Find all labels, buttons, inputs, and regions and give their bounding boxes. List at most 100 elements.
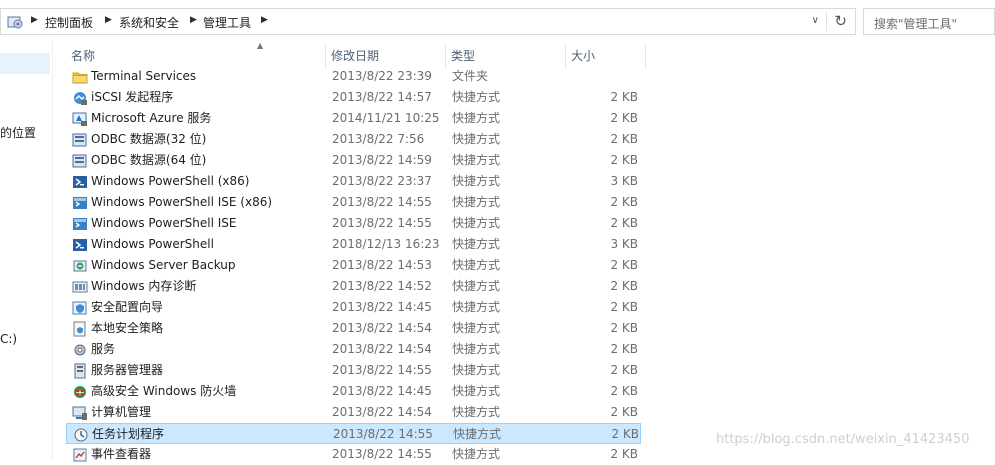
breadcrumb-separator[interactable]: ▶	[105, 15, 112, 25]
file-type: 快捷方式	[452, 258, 501, 272]
file-type: 快捷方式	[452, 90, 501, 104]
file-size: 2 KB	[610, 258, 638, 272]
file-size: 2 KB	[610, 300, 638, 314]
powershell-icon	[73, 176, 87, 188]
address-divider	[826, 12, 827, 31]
address-history-chevron-icon[interactable]: ∨	[812, 15, 819, 26]
breadcrumb-separator[interactable]: ▶	[190, 15, 197, 25]
list-item[interactable]: Terminal Services 2013/8/22 23:39 文件夹	[66, 66, 641, 87]
memory-diagnostic-icon	[72, 281, 88, 293]
file-type: 快捷方式	[453, 427, 502, 441]
odbc-icon	[72, 133, 87, 147]
breadcrumb-admin-tools[interactable]: 管理工具	[203, 14, 251, 31]
watermark: https://blog.csdn.net/weixin_41423450	[716, 432, 970, 447]
file-type: 快捷方式	[452, 363, 501, 377]
file-type: 快捷方式	[452, 321, 501, 335]
azure-icon	[72, 112, 87, 126]
file-date: 2018/12/13 16:23	[332, 237, 440, 251]
file-date: 2013/8/22 23:37	[332, 174, 432, 188]
control-panel-icon	[7, 16, 23, 29]
file-type: 快捷方式	[452, 153, 501, 167]
list-item[interactable]: Windows 内存诊断 2013/8/22 14:52 快捷方式 2 KB	[66, 276, 641, 297]
nav-selected-item[interactable]	[0, 53, 50, 74]
file-name: Windows PowerShell (x86)	[91, 174, 250, 188]
file-date: 2013/8/22 14:55	[332, 195, 432, 209]
list-item[interactable]: 安全配置向导 2013/8/22 14:45 快捷方式 2 KB	[66, 297, 641, 318]
list-item[interactable]: Windows PowerShell 2018/12/13 16:23 快捷方式 3 …	[66, 234, 641, 255]
file-name: 服务器管理器	[91, 363, 164, 377]
file-date: 2013/8/22 14:54	[332, 342, 432, 356]
file-date: 2013/8/22 23:39	[332, 69, 432, 83]
file-name: Windows 内存诊断	[91, 279, 197, 293]
file-name: 任务计划程序	[92, 427, 165, 441]
services-icon	[74, 344, 86, 356]
firewall-icon	[74, 386, 86, 398]
backup-icon	[73, 260, 87, 272]
file-name: 安全配置向导	[91, 300, 164, 314]
nav-item-drive[interactable]: C:)	[0, 332, 17, 346]
refresh-icon[interactable]: ↻	[834, 12, 847, 30]
file-type: 快捷方式	[452, 384, 501, 398]
file-date: 2013/8/22 14:55	[332, 363, 432, 377]
file-name: 计算机管理	[91, 405, 152, 419]
file-size: 2 KB	[610, 363, 638, 377]
folder-icon	[72, 72, 88, 84]
list-item[interactable]: Microsoft Azure 服务 2014/11/21 10:25 快捷方式 2 …	[66, 108, 641, 129]
list-item[interactable]: 事件查看器 2013/8/22 14:55 快捷方式 2 KB	[66, 444, 641, 465]
powershell-ise-icon	[73, 218, 87, 230]
security-policy-icon	[73, 321, 86, 337]
search-input[interactable]: 搜索"管理工具"	[863, 8, 995, 35]
file-date: 2013/8/22 14:54	[332, 405, 432, 419]
file-date: 2013/8/22 14:54	[332, 321, 432, 335]
file-type: 快捷方式	[452, 447, 501, 461]
file-name: ODBC 数据源(32 位)	[91, 132, 207, 146]
file-size: 2 KB	[610, 153, 638, 167]
list-item[interactable]: iSCSI 发起程序 2013/8/22 14:57 快捷方式 2 KB	[66, 87, 641, 108]
breadcrumb-system-security[interactable]: 系统和安全	[119, 14, 179, 31]
list-item[interactable]: Windows PowerShell (x86) 2013/8/22 23:37 快…	[66, 171, 641, 192]
nav-item-location[interactable]: 的位置	[0, 124, 36, 141]
odbc-icon	[72, 154, 87, 168]
list-item[interactable]: ODBC 数据源(32 位) 2013/8/22 7:56 快捷方式 2 KB	[66, 129, 641, 150]
file-type: 快捷方式	[452, 216, 501, 230]
list-item[interactable]: Windows PowerShell ISE (x86) 2013/8/22 14…	[66, 192, 641, 213]
file-type: 快捷方式	[452, 174, 501, 188]
list-item[interactable]: 计算机管理 2013/8/22 14:54 快捷方式 2 KB	[66, 402, 641, 423]
file-name: Microsoft Azure 服务	[91, 111, 212, 125]
computer-management-icon	[72, 406, 87, 420]
list-item[interactable]: Windows Server Backup 2013/8/22 14:53 快捷方式…	[66, 255, 641, 276]
file-type: 快捷方式	[452, 300, 501, 314]
server-manager-icon	[74, 363, 86, 379]
file-size: 2 KB	[611, 427, 639, 441]
file-size: 2 KB	[610, 195, 638, 209]
list-item[interactable]: 本地安全策略 2013/8/22 14:54 快捷方式 2 KB	[66, 318, 641, 339]
file-size: 2 KB	[610, 90, 638, 104]
breadcrumb-control-panel[interactable]: 控制面板	[45, 14, 93, 31]
pane-divider[interactable]	[52, 40, 53, 460]
list-item[interactable]: 服务 2013/8/22 14:54 快捷方式 2 KB	[66, 339, 641, 360]
list-item[interactable]: 服务器管理器 2013/8/22 14:55 快捷方式 2 KB	[66, 360, 641, 381]
list-item[interactable]: 高级安全 Windows 防火墙 2013/8/22 14:45 快捷方式 2 KB	[66, 381, 641, 402]
file-size: 2 KB	[610, 405, 638, 419]
file-date: 2013/8/22 14:45	[332, 300, 432, 314]
address-bar[interactable]: ▶ 控制面板 ▶ 系统和安全 ▶ 管理工具 ▶ ∨ ↻	[0, 8, 856, 35]
breadcrumb-separator[interactable]: ▶	[31, 15, 38, 25]
task-scheduler-icon	[74, 428, 88, 442]
search-placeholder: 搜索"管理工具"	[874, 17, 958, 31]
file-name: Terminal Services	[91, 69, 197, 83]
file-size: 2 KB	[610, 384, 638, 398]
breadcrumb-separator[interactable]: ▶	[261, 15, 268, 25]
file-type: 快捷方式	[452, 405, 501, 419]
file-type: 快捷方式	[452, 195, 501, 209]
file-size: 2 KB	[610, 111, 638, 125]
file-size: 3 KB	[610, 174, 638, 188]
list-item[interactable]: ODBC 数据源(64 位) 2013/8/22 14:59 快捷方式 2 KB	[66, 150, 641, 171]
file-name: Windows PowerShell ISE (x86)	[91, 195, 273, 209]
file-type: 快捷方式	[452, 342, 501, 356]
list-item-selected[interactable]: 任务计划程序 2013/8/22 14:55 快捷方式 2 KB	[66, 423, 641, 444]
file-type: 快捷方式	[452, 237, 501, 251]
file-date: 2013/8/22 14:52	[332, 279, 432, 293]
file-type: 快捷方式	[452, 111, 501, 125]
file-name: 高级安全 Windows 防火墙	[91, 384, 237, 398]
list-item[interactable]: Windows PowerShell ISE 2013/8/22 14:55 快捷方…	[66, 213, 641, 234]
